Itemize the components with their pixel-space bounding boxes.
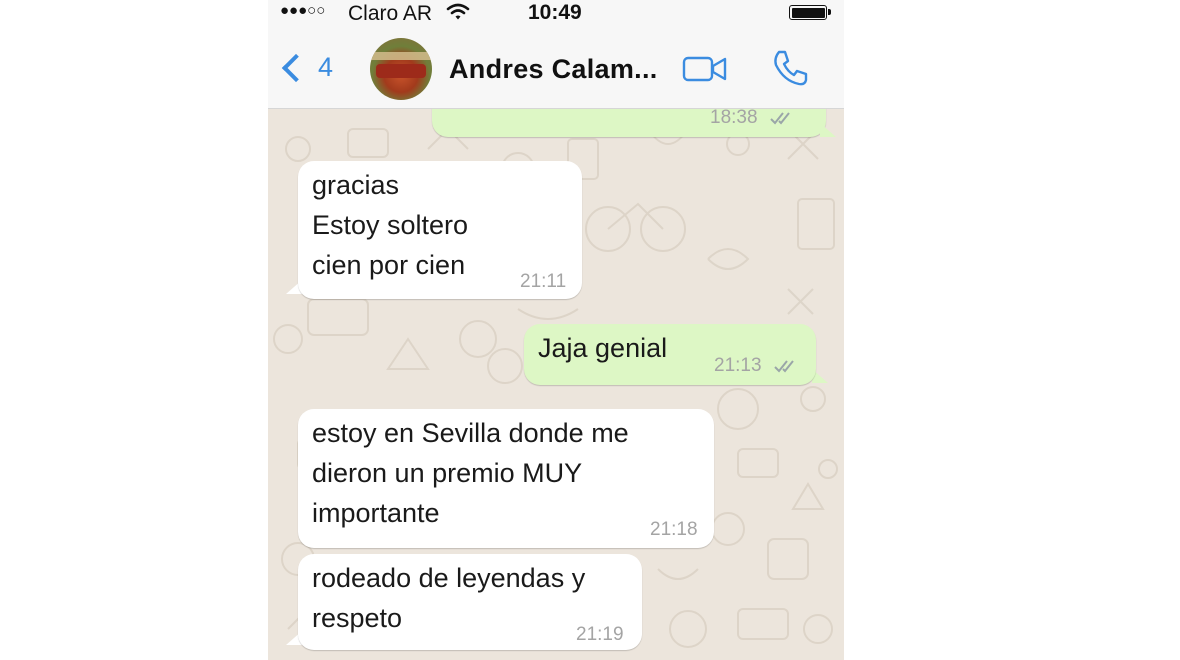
message-bubble-incoming[interactable]: estoy en Sevilla donde me dieron un prem… [298, 409, 714, 548]
back-chevron-icon [281, 53, 311, 82]
phone-screen: ●●●○○ Claro AR 10:49 4 Andres Calam... 1… [268, 0, 844, 660]
message-text: gracias Estoy soltero cien por cien [312, 170, 469, 280]
status-bar: ●●●○○ Claro AR 10:49 [268, 0, 844, 28]
phone-call-icon[interactable] [770, 48, 810, 88]
message-bubble-outgoing[interactable]: Jaja genial 21:13 [524, 324, 816, 385]
back-button[interactable]: 4 [280, 52, 333, 83]
wifi-icon [446, 2, 470, 28]
battery-icon [789, 5, 831, 20]
chat-header: 4 Andres Calam... [268, 28, 844, 109]
video-call-icon[interactable] [682, 56, 728, 82]
message-time: 21:11 [520, 271, 567, 292]
chat-area[interactable]: 18:38 gracias Estoy soltero cien por cie… [268, 109, 844, 660]
message-time: 18:38 [710, 109, 758, 128]
message-text: rodeado de leyendas y respeto [312, 563, 586, 633]
avatar[interactable] [370, 38, 432, 100]
unread-count: 4 [318, 52, 334, 82]
message-bubble-incoming[interactable]: gracias Estoy soltero cien por cien 21:1… [298, 161, 582, 299]
clock: 10:49 [528, 1, 582, 24]
contact-name[interactable]: Andres Calam... [449, 54, 658, 85]
carrier-name: Claro AR [348, 2, 433, 25]
double-check-icon [774, 360, 794, 373]
message-bubble-outgoing[interactable]: 18:38 [432, 109, 826, 137]
signal-strength: ●●●○○ [280, 2, 326, 19]
message-text: Jaja genial [538, 333, 668, 363]
message-time: 21:18 [650, 519, 698, 540]
message-time: 21:13 [714, 355, 762, 376]
double-check-icon [770, 112, 790, 125]
message-bubble-incoming[interactable]: rodeado de leyendas y respeto 21:19 [298, 554, 642, 650]
message-time: 21:19 [576, 624, 624, 645]
bubble-tail [820, 123, 836, 137]
message-text: estoy en Sevilla donde me dieron un prem… [312, 418, 629, 528]
